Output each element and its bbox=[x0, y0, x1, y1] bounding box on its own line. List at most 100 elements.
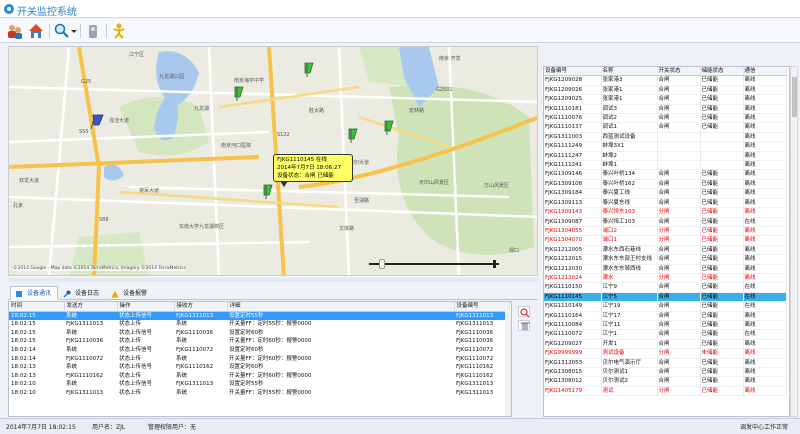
device-row[interactable]: FJKG1312053 贝尔电气演示厅 合闸 已储能 离线 bbox=[544, 358, 787, 369]
home-icon[interactable] bbox=[27, 22, 45, 40]
device-row[interactable]: FJKG1212024 溧水 分闸 已储能 离线 bbox=[544, 273, 787, 284]
device-row[interactable]: FJKG1110181 调试3 合闸 已储能 离线 bbox=[544, 104, 787, 115]
log-clear-button[interactable] bbox=[518, 320, 530, 331]
device-row[interactable]: FJKG1110145 江宁5 合闸 已储能 在线 bbox=[544, 292, 787, 303]
device-row[interactable]: FJKG1212005 溧水东西石巷线 合闸 已储能 离线 bbox=[544, 245, 787, 256]
device-row[interactable]: FJKG1308015 贝尔测试1 合闸 已储能 离线 bbox=[544, 367, 787, 378]
device-row[interactable]: FJKG1110084 江宁11 合闸 已储能 离线 bbox=[544, 320, 787, 331]
log-cell: 设置定时55秒 bbox=[229, 381, 264, 388]
device-cell: 已储能 bbox=[700, 104, 744, 115]
log-column-header[interactable]: 时间 bbox=[9, 302, 65, 312]
device-row[interactable]: FJKG1309087 泰兴恒工103 合闸 已储能 在线 bbox=[544, 217, 787, 227]
device-cell: FJKG1311003 bbox=[544, 132, 602, 143]
log-row[interactable]: 18:02:13 系统 状态上传信号 FJKG1110162 设置定时60秒 FJKG11… bbox=[9, 363, 509, 372]
log-column-header[interactable]: 详细 bbox=[227, 302, 455, 312]
device-row[interactable]: FJKG1209028 张家港3 合闸 已储能 离线 bbox=[544, 75, 787, 86]
log-row[interactable]: 18:02:15 FJKG1311013 状态上传 系统 开关量FF：定时55秒：报警0… bbox=[9, 320, 509, 329]
log-scrollbar[interactable] bbox=[505, 309, 511, 416]
device-column-header[interactable]: 开关状态 bbox=[657, 67, 701, 77]
log-row[interactable]: 18:02:14 FJKG1110072 状态上传 系统 开关量FF：定时60秒：报警0… bbox=[9, 355, 509, 364]
device-row[interactable]: FJKG1308012 贝尔测试2 合闸 已储能 离线 bbox=[544, 376, 787, 387]
device-column-header[interactable]: 名称 bbox=[601, 67, 658, 77]
pin-icon bbox=[63, 290, 71, 298]
zoom-slider-handle[interactable] bbox=[379, 259, 385, 269]
log-row[interactable]: 18:02:10 系统 状态上传信号 FJKG1311013 设置定时55秒 FJKG13… bbox=[9, 380, 509, 389]
log-cell: 18:02:13 bbox=[11, 372, 36, 379]
horizontal-splitter[interactable] bbox=[8, 278, 538, 282]
search-icon[interactable] bbox=[53, 22, 71, 40]
device-row[interactable]: FJKG1110150 江宁9 合闸 已储能 在线 bbox=[544, 282, 787, 293]
device-row[interactable]: FJKG1209025 张家港1 合闸 已储能 离线 bbox=[544, 94, 787, 105]
device-row[interactable]: FJKG1405179 测试 分闸 已储能 离线 bbox=[544, 386, 787, 397]
zoom-slider-track[interactable] bbox=[369, 263, 499, 265]
log-row[interactable]: 18:02:14 系统 状态上传信号 FJKG1110072 设置定时60秒 FJKG11… bbox=[9, 346, 509, 355]
device-row[interactable]: FJKG1212030 溧水东东琴西线 合闸 已储能 离线 bbox=[544, 264, 787, 274]
map-view[interactable]: 江宁区 九龙湖 浅洼大道 九龙湖公园 南京海宇中学 东南大学九龙湖校区 南京河口… bbox=[8, 46, 538, 276]
users-icon[interactable] bbox=[6, 22, 24, 40]
log-column-header[interactable]: 接收方 bbox=[174, 302, 228, 312]
device-row[interactable]: FJKG1110076 调试2 合闸 已储能 离线 bbox=[544, 113, 787, 124]
device-column-header[interactable]: 储能状态 bbox=[700, 67, 744, 77]
log-row[interactable]: 18:02:13 FJKG1110162 状态上传 系统 开关量FF：定时60秒：报警0… bbox=[9, 372, 509, 381]
log-cell: 18:02:10 bbox=[11, 389, 36, 396]
log-cell: 状态上传 bbox=[119, 321, 142, 328]
title-bar: 开关监控系统 bbox=[0, 0, 800, 18]
device-cell: FJKG1309184 bbox=[544, 188, 602, 199]
log-row[interactable]: 18:02:15 系统 状态上传信号 FJKG1311013 设置定时55秒 FJKG13… bbox=[9, 311, 509, 321]
device-row[interactable]: FJKG1110072 江宁1 合闸 已储能 在线 bbox=[544, 329, 787, 340]
log-row[interactable]: 18:02:10 FJKG1311013 状态上传 系统 开关量FF：定时55秒：报警0… bbox=[9, 389, 509, 398]
device-cell: 已储能 bbox=[700, 339, 744, 350]
tab-device-log[interactable]: 设备日志 bbox=[58, 286, 106, 300]
log-column-header[interactable]: 发送方 bbox=[64, 302, 118, 312]
device-row[interactable]: FJKG1311003 西蓝测试设备 离线 bbox=[544, 132, 787, 143]
device-row[interactable]: FJKG9999999 测试设备 分闸 未储能 离线 bbox=[544, 348, 787, 359]
log-cell: 开关量FF：定时55秒：报警0000 bbox=[229, 321, 312, 328]
device-row[interactable]: FJKG1309143 泰兴恒东103 分闸 已储能 离线 bbox=[544, 207, 787, 218]
device-row[interactable]: FJKG1110164 江宁17 合闸 已储能 离线 bbox=[544, 311, 787, 321]
device-cell: 已储能 bbox=[700, 320, 744, 331]
gear-icon[interactable] bbox=[84, 22, 102, 40]
device-row[interactable]: FJKG1111241 蚌埠1 离线 bbox=[544, 160, 787, 171]
device-cell: 分闸 bbox=[657, 273, 701, 284]
device-row[interactable]: FJKG1111247 蚌埠2 离线 bbox=[544, 151, 787, 162]
device-cell: 已储能 bbox=[700, 282, 744, 293]
device-row[interactable]: FJKG1304055 浦口2 分闸 已储能 离线 bbox=[544, 226, 787, 237]
log-filter-button[interactable] bbox=[518, 306, 530, 318]
scrollbar-thumb[interactable] bbox=[792, 77, 797, 117]
device-cell: 合闸 bbox=[657, 367, 701, 378]
device-column-header[interactable]: 设备编号 bbox=[544, 67, 602, 77]
device-cell: 合闸 bbox=[657, 292, 701, 303]
device-row[interactable]: FJKG1304070 浦口1 分闸 已储能 离线 bbox=[544, 235, 787, 246]
log-cell: 系统 bbox=[66, 381, 78, 388]
device-row[interactable]: FJKG1110137 调试1 合闸 已储能 离线 bbox=[544, 122, 787, 133]
log-column-header[interactable]: 操作 bbox=[117, 302, 175, 312]
device-row[interactable]: FJKG1110149 江宁19 合闸 已储能 在线 bbox=[544, 301, 787, 312]
map-label: 南京·开发 bbox=[439, 56, 461, 62]
device-list-scrollbar[interactable] bbox=[790, 66, 798, 417]
log-row[interactable]: 18:02:15 FJKG1110036 状态上传 系统 开关量FF：定时60秒：报警0… bbox=[9, 337, 509, 346]
device-cell: 离线 bbox=[743, 264, 787, 274]
log-row[interactable]: 18:02:15 系统 状态上传信号 FJKG1110036 设置定时60秒 FJKG11… bbox=[9, 329, 509, 338]
device-cell: 分闸 bbox=[657, 235, 701, 246]
device-cell: 江宁1 bbox=[601, 329, 658, 340]
device-row[interactable]: FJKG1309146 泰兴叶桥134 合闸 已储能 离线 bbox=[544, 169, 787, 180]
device-row[interactable]: FJKG1212015 溧水东东部王村支线 合闸 已储能 离线 bbox=[544, 254, 787, 265]
tab-device-alarm[interactable]: 设备报警 bbox=[106, 286, 154, 300]
log-cell: 开关量FF：定时60秒：报警0000 bbox=[229, 355, 312, 362]
log-column-header[interactable]: 设备编号 bbox=[454, 302, 510, 312]
device-table: 设备编号 名称 开关状态 储能状态 通信 FJKG1209028 张家港3 合闸 已储能 离线 F… bbox=[544, 67, 787, 397]
device-column-header[interactable]: 通信 bbox=[743, 67, 787, 77]
device-row[interactable]: FJKG1309108 泰兴叶桥162 合闸 已储能 离线 bbox=[544, 179, 787, 190]
map-label: 圣湖路 bbox=[354, 198, 370, 204]
device-cell: 泰兴叶桥134 bbox=[601, 169, 658, 180]
chevron-down-icon[interactable] bbox=[70, 22, 78, 40]
exit-icon[interactable] bbox=[110, 22, 128, 40]
device-row[interactable]: FJKG1309184 泰兴夏工线 合闸 已储能 离线 bbox=[544, 188, 787, 199]
device-row[interactable]: FJKG1309113 泰兴夏东线 合闸 已储能 离线 bbox=[544, 198, 787, 209]
tab-device-comm[interactable]: 设备通讯 bbox=[10, 286, 59, 300]
device-row[interactable]: FJKG1111249 蚌埠3X1 离线 bbox=[544, 141, 787, 152]
device-row[interactable]: FJKG1209026 张家港1 合闸 已储能 离线 bbox=[544, 85, 787, 96]
device-cell: 蚌埠2 bbox=[601, 151, 658, 162]
device-row[interactable]: FJKG1209027 开发1 合闸 已储能 离线 bbox=[544, 339, 787, 350]
log-cell: FJKG1110036 bbox=[66, 338, 104, 345]
